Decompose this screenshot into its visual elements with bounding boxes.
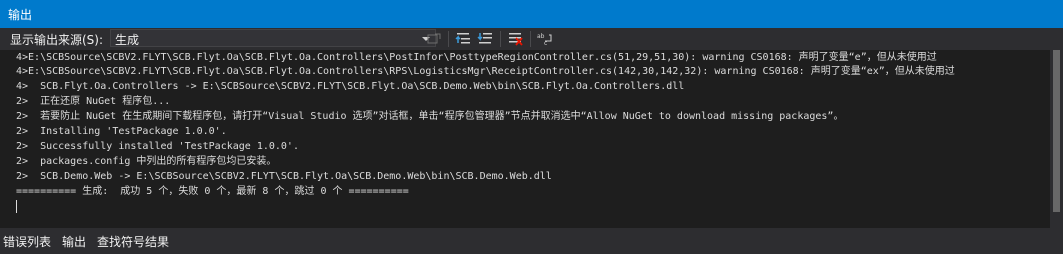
output-line: 4> SCB.Flyt.Oa.Controllers -> E:\SCBSour…	[16, 81, 685, 92]
toolbar-separator	[530, 31, 531, 47]
output-line: 2> 若要防止 NuGet 在生成期间下载程序包，请打开“Visual Stud…	[16, 111, 844, 122]
tab-error-list[interactable]: 错误列表	[3, 233, 51, 250]
bottom-tab-strip: 错误列表 输出 查找符号结果	[0, 228, 1063, 254]
toolbar-separator	[500, 31, 501, 47]
output-line: 2> packages.config 中列出的所有程序包均已安装。	[16, 156, 277, 167]
previous-message-icon[interactable]	[455, 30, 473, 48]
tab-output[interactable]: 输出	[62, 233, 86, 250]
clear-all-icon[interactable]	[507, 30, 525, 48]
scrollbar-thumb[interactable]	[1053, 50, 1060, 212]
svg-text:ab: ab	[537, 33, 545, 40]
output-line: 2> 正在还原 NuGet 程序包...	[16, 96, 171, 107]
output-line: 4>E:\SCBSource\SCBV2.FLYT\SCB.Flyt.Oa\SC…	[16, 52, 937, 63]
output-line: 4>E:\SCBSource\SCBV2.FLYT\SCB.Flyt.Oa\SC…	[16, 66, 955, 77]
toggle-word-wrap-icon[interactable]: ab c	[536, 30, 554, 48]
output-toolbar: 显示输出来源(S): 生成 ab c	[0, 28, 1063, 50]
window-title: 输出	[8, 8, 33, 22]
output-text-area[interactable]: 4>E:\SCBSource\SCBV2.FLYT\SCB.Flyt.Oa\SC…	[0, 50, 1050, 228]
find-message-in-code-icon[interactable]	[425, 30, 443, 48]
output-source-value: 生成	[115, 33, 140, 47]
output-window-titlebar[interactable]: 输出	[0, 0, 1063, 28]
toolbar-separator	[448, 31, 449, 47]
output-line: ========== 生成: 成功 5 个，失败 0 个，最新 8 个，跳过 0…	[16, 186, 409, 197]
next-message-icon[interactable]	[477, 30, 495, 48]
output-source-dropdown[interactable]: 生成	[110, 29, 436, 47]
output-line: 2> Installing 'TestPackage 1.0.0'.	[16, 126, 227, 137]
output-line: 2> Successfully installed 'TestPackage 1…	[16, 141, 299, 152]
vertical-scrollbar[interactable]	[1050, 50, 1063, 228]
text-caret	[16, 200, 17, 213]
output-line: 2> SCB.Demo.Web -> E:\SCBSource\SCBV2.FL…	[16, 171, 552, 182]
output-source-label: 显示输出来源(S):	[10, 33, 104, 47]
tab-find-symbol-results[interactable]: 查找符号结果	[97, 233, 169, 250]
